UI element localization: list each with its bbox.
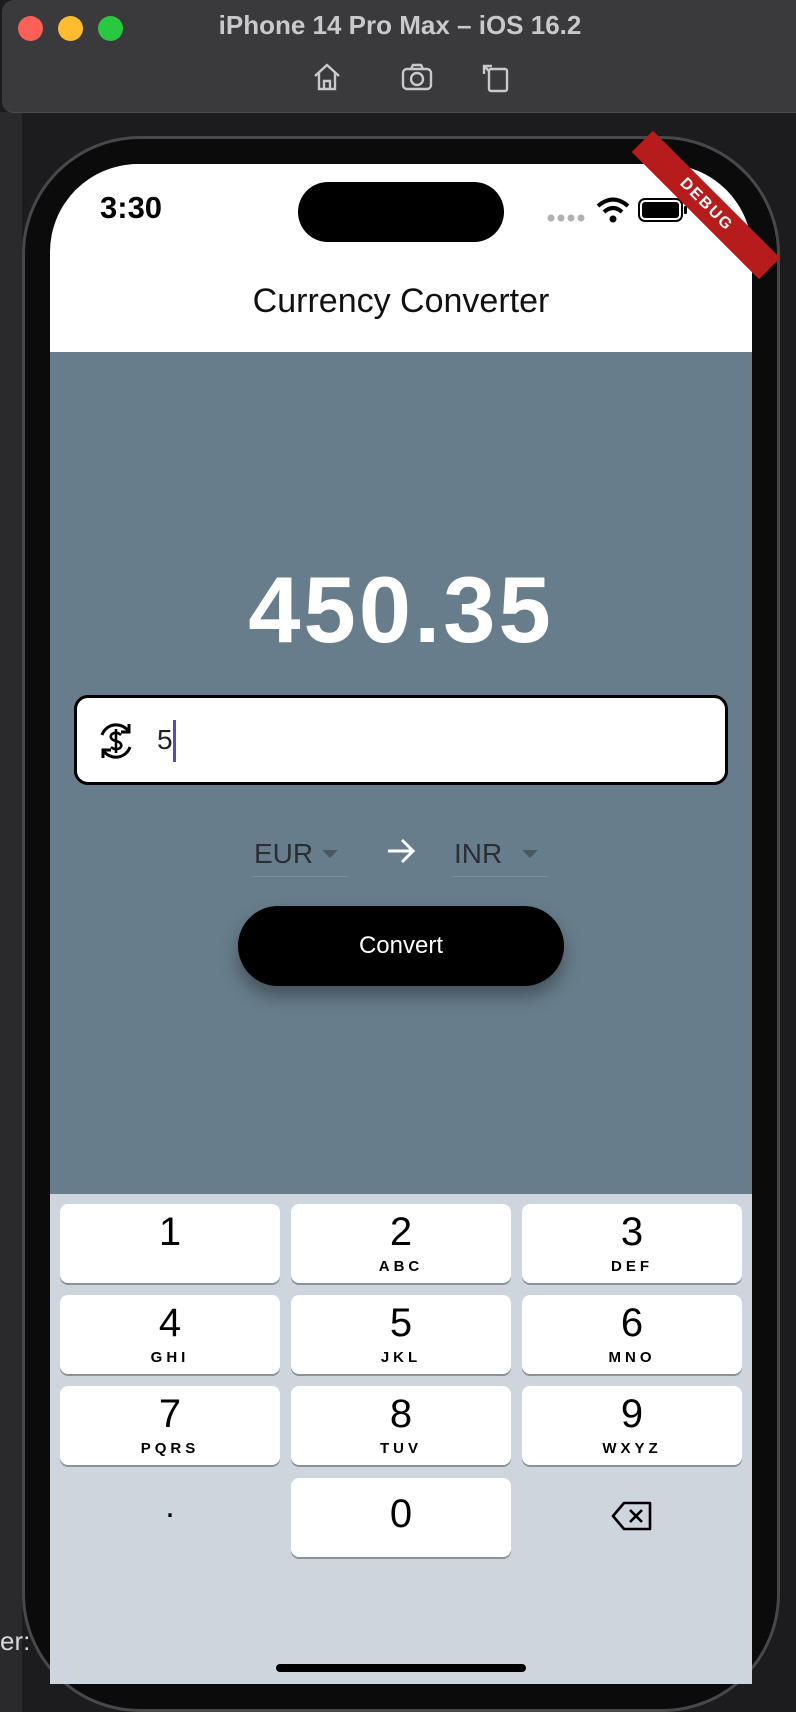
dropdown-arrow-icon: [522, 850, 538, 858]
key-letters: ABC: [378, 1258, 424, 1275]
simulator-titlebar: iPhone 14 Pro Max – iOS 16.2: [2, 0, 796, 113]
dynamic-island: [298, 182, 504, 242]
key-letters: TUV: [380, 1440, 422, 1457]
status-time: 3:30: [100, 190, 163, 225]
currency-exchange-icon: [100, 723, 132, 759]
key-number: 0: [389, 1492, 413, 1536]
key-9[interactable]: 9 WXYZ: [522, 1386, 742, 1465]
wifi-icon: [596, 197, 630, 223]
key-letters: PQRS: [140, 1440, 200, 1457]
conversion-result: 450.35: [248, 557, 554, 662]
amount-input[interactable]: 5: [74, 695, 728, 785]
app-bar-title: Currency Converter: [252, 282, 550, 320]
convert-button[interactable]: Convert: [238, 906, 564, 986]
to-currency-dropdown[interactable]: INR: [452, 830, 548, 877]
key-number: 7: [158, 1392, 182, 1436]
key-5[interactable]: 5 JKL: [291, 1295, 511, 1374]
to-currency-value: INR: [454, 838, 503, 869]
key-number: 1: [158, 1210, 182, 1254]
key-0[interactable]: 0: [291, 1478, 511, 1557]
key-number: 2: [389, 1210, 413, 1254]
background-text: er:: [0, 1626, 31, 1656]
cellular-signal-icon: [547, 214, 585, 222]
key-3[interactable]: 3 DEF: [522, 1204, 742, 1283]
amount-value: 5: [157, 724, 173, 755]
key-letters: JKL: [380, 1349, 422, 1366]
key-number: 6: [620, 1301, 644, 1345]
backspace-key[interactable]: [522, 1478, 742, 1557]
simulator-title: iPhone 14 Pro Max – iOS 16.2: [218, 10, 582, 40]
background-left-strip: [0, 112, 22, 1712]
key-letters: GHI: [150, 1349, 190, 1366]
backspace-icon: [611, 1501, 652, 1531]
text-cursor: [173, 720, 176, 762]
key-8[interactable]: 8 TUV: [291, 1386, 511, 1465]
key-letters: DEF: [611, 1258, 653, 1275]
key-letters: WXYZ: [602, 1440, 662, 1457]
dropdown-arrow-icon: [322, 850, 338, 858]
key-number: 5: [389, 1301, 413, 1345]
key-letters: MNO: [608, 1349, 656, 1366]
home-icon[interactable]: [310, 60, 344, 94]
key-4[interactable]: 4 GHI: [60, 1295, 280, 1374]
key-number: 9: [620, 1392, 644, 1436]
rotate-device-icon[interactable]: [480, 60, 514, 94]
key-number: 3: [620, 1210, 644, 1254]
from-currency-dropdown[interactable]: EUR: [252, 830, 348, 877]
key-6[interactable]: 6 MNO: [522, 1295, 742, 1374]
key-7[interactable]: 7 PQRS: [60, 1386, 280, 1465]
home-indicator: [276, 1664, 526, 1672]
key-number: 4: [158, 1301, 182, 1345]
arrow-right-icon: [388, 838, 416, 864]
key-1[interactable]: 1: [60, 1204, 280, 1283]
key-decimal[interactable]: .: [60, 1476, 280, 1555]
key-number: 8: [389, 1392, 413, 1436]
from-currency-value: EUR: [254, 838, 314, 869]
screenshot-camera-icon[interactable]: [400, 60, 434, 94]
key-2[interactable]: 2 ABC: [291, 1204, 511, 1283]
